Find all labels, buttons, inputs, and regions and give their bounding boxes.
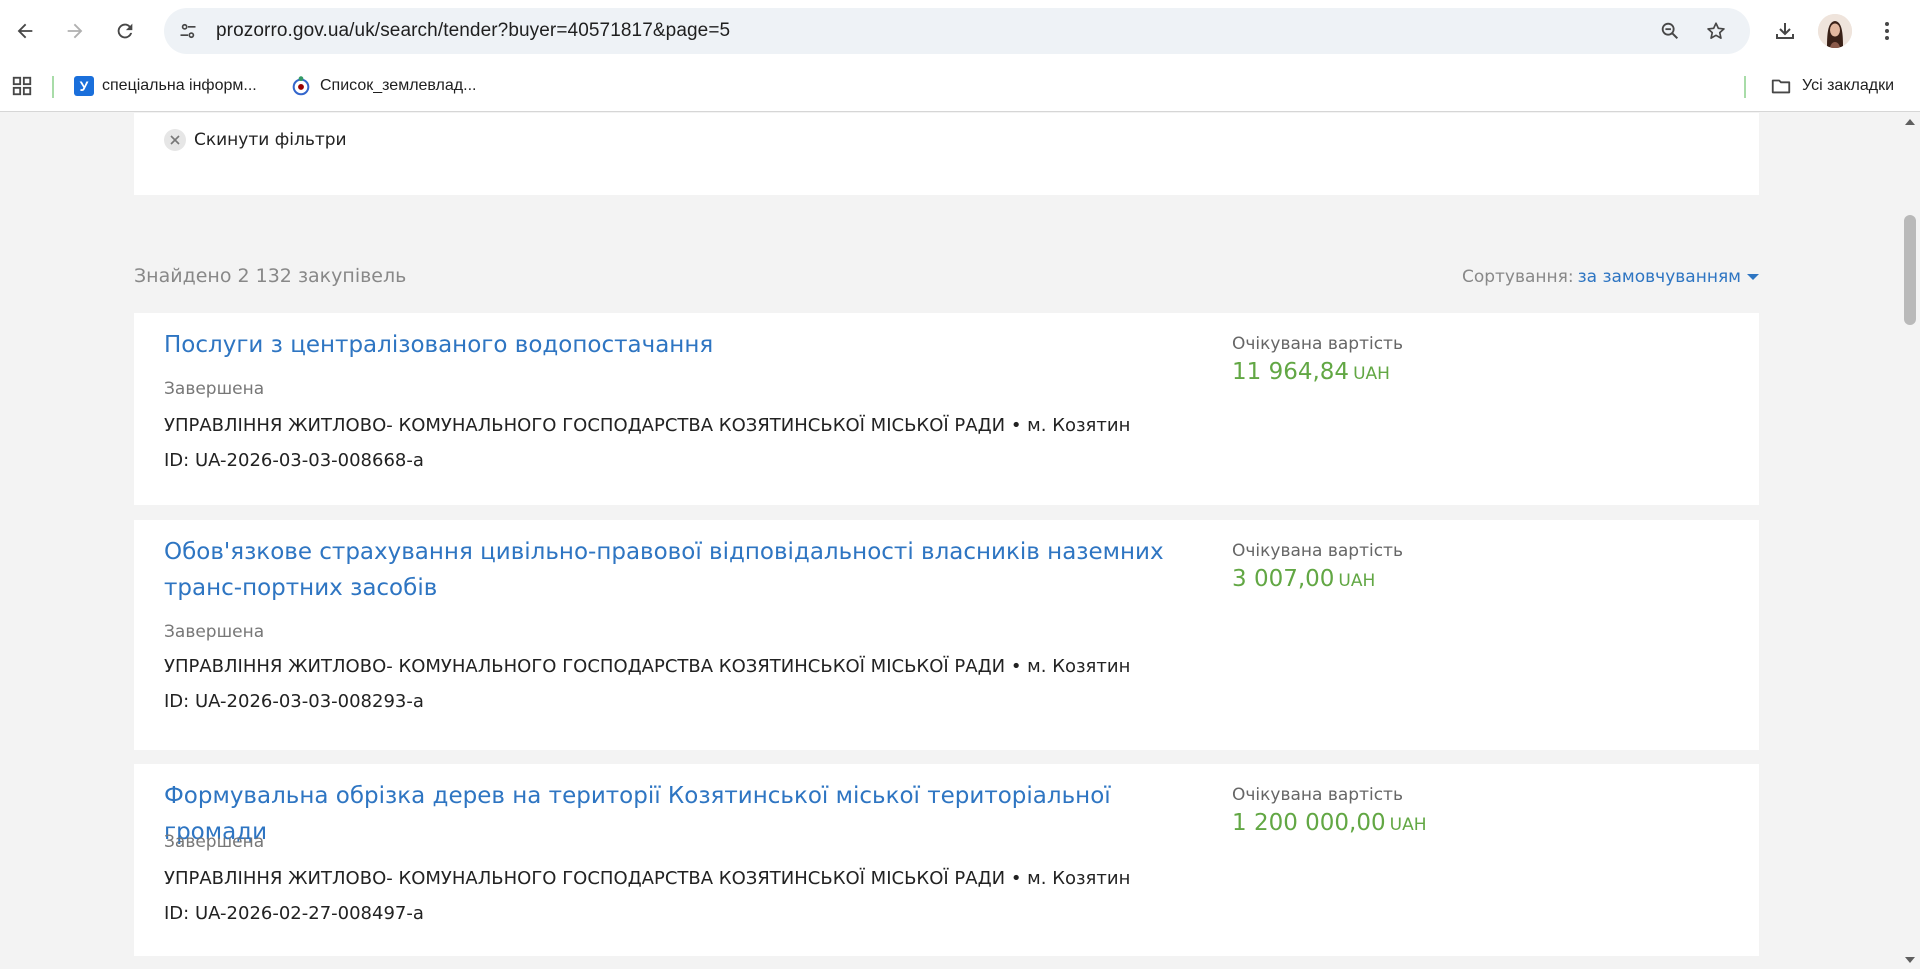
apps-grid-icon [12,76,32,96]
results-bar: Знайдено 2 132 закупівель Сортування: за… [134,263,1759,293]
price-amount: 1 200 000,00 [1232,810,1386,836]
scroll-up-arrow-icon[interactable] [1905,119,1915,125]
browser-chrome: prozorro.gov.ua/uk/search/tender?buyer=4… [0,0,1920,112]
folder-icon [1771,79,1791,94]
download-icon [1776,23,1794,39]
tender-id: ID: UA-2026-02-27-008497-a [164,903,424,924]
price-value: 1 200 000,00 UAH [1232,810,1427,836]
price-amount: 11 964,84 [1232,359,1350,385]
tender-buyer: УПРАВЛІННЯ ЖИТЛОВО- КОМУНАЛЬНОГО ГОСПОДА… [164,656,1131,677]
tender-title-link[interactable]: Формувальна обрізка дерев на території К… [164,778,1184,850]
tender-buyer: УПРАВЛІННЯ ЖИТЛОВО- КОМУНАЛЬНОГО ГОСПОДА… [164,868,1131,889]
reload-icon [117,23,133,39]
profile-avatar[interactable] [1818,14,1852,48]
more-vert-icon [1885,22,1889,40]
price-label: Очікувана вартість [1232,541,1403,561]
forward-button[interactable] [56,12,94,50]
tender-title-link[interactable]: Обов'язкове страхування цивільно-правово… [164,534,1184,606]
reset-filters-label: Скинути фільтри [194,130,347,150]
caret-down-icon [1747,274,1759,280]
filter-panel: Скинути фільтри [134,113,1759,195]
tender-status: Завершена [164,622,265,642]
arrow-left-icon [17,23,33,39]
all-bookmarks-label: Усі закладки [1802,77,1895,94]
price-label: Очікувана вартість [1232,785,1403,805]
bookmark-label: Список_землевлад... [320,77,477,94]
address-bar[interactable]: prozorro.gov.ua/uk/search/tender?buyer=4… [164,8,1750,54]
bookmark-star-button[interactable] [1700,15,1732,47]
scroll-down-arrow-icon[interactable] [1905,957,1915,963]
browser-toolbar: prozorro.gov.ua/uk/search/tender?buyer=4… [0,0,1920,62]
price-currency: UAH [1389,815,1427,835]
star-icon [1707,22,1725,39]
price-value: 11 964,84 UAH [1232,359,1390,385]
y-favicon-icon: У [74,76,94,96]
bookmark-item[interactable]: Список_землевлад... [290,70,476,102]
url-text[interactable]: prozorro.gov.ua/uk/search/tender?buyer=4… [216,20,730,42]
tune-icon [180,23,196,39]
sort-dropdown[interactable]: за замовчуванням [1578,267,1759,287]
price-currency: UAH [1353,364,1390,384]
price-currency: UAH [1338,571,1376,591]
reload-button[interactable] [106,12,144,50]
site-info-button[interactable] [172,15,204,47]
wikimedia-favicon-icon [292,76,310,96]
tender-buyer: УПРАВЛІННЯ ЖИТЛОВО- КОМУНАЛЬНОГО ГОСПОДА… [164,415,1131,436]
tender-id: ID: UA-2026-03-03-008668-a [164,450,424,471]
price-value: 3 007,00 UAH [1232,566,1375,592]
price-label: Очікувана вартість [1232,334,1403,354]
sort-value: за замовчуванням [1577,267,1741,287]
zoom-out-icon [1661,22,1679,40]
tender-card: Послуги з централізованого водопостачанн… [134,313,1759,505]
arrow-right-icon [67,23,83,39]
all-bookmarks-button[interactable]: Усі закладки [1770,70,1894,102]
page-scrollbar[interactable] [1900,113,1920,969]
bookmarks-separator [1744,76,1746,98]
reset-filters-button[interactable]: Скинути фільтри [164,129,347,151]
price-amount: 3 007,00 [1232,566,1335,592]
tender-card: Формувальна обрізка дерев на території К… [134,764,1759,956]
bookmark-item[interactable]: У спеціальна інформ... [74,70,257,102]
tender-card: Обов'язкове страхування цивільно-правово… [134,520,1759,750]
bookmarks-bar: У спеціальна інформ... Список_землевлад.… [0,62,1920,112]
back-button[interactable] [6,12,44,50]
downloads-button[interactable] [1766,12,1804,50]
profile-photo-icon [1818,14,1852,48]
apps-button[interactable] [8,72,36,100]
results-count: Знайдено 2 132 закупівель [134,265,407,287]
tender-id: ID: UA-2026-03-03-008293-a [164,691,424,712]
zoom-button[interactable] [1654,15,1686,47]
browser-menu-button[interactable] [1868,12,1906,50]
close-icon [164,129,186,151]
sorting: Сортування: за замовчуванням [1462,267,1759,287]
tender-status: Завершена [164,832,265,852]
sort-label: Сортування: [1461,267,1574,287]
page-content: Скинути фільтри Знайдено 2 132 закупівел… [0,113,1900,969]
tender-status: Завершена [164,379,265,399]
scroll-thumb[interactable] [1904,215,1916,325]
tender-title-link[interactable]: Послуги з централізованого водопостачанн… [164,327,1184,363]
bookmarks-separator [52,76,54,98]
bookmark-label: спеціальна інформ... [102,77,257,94]
